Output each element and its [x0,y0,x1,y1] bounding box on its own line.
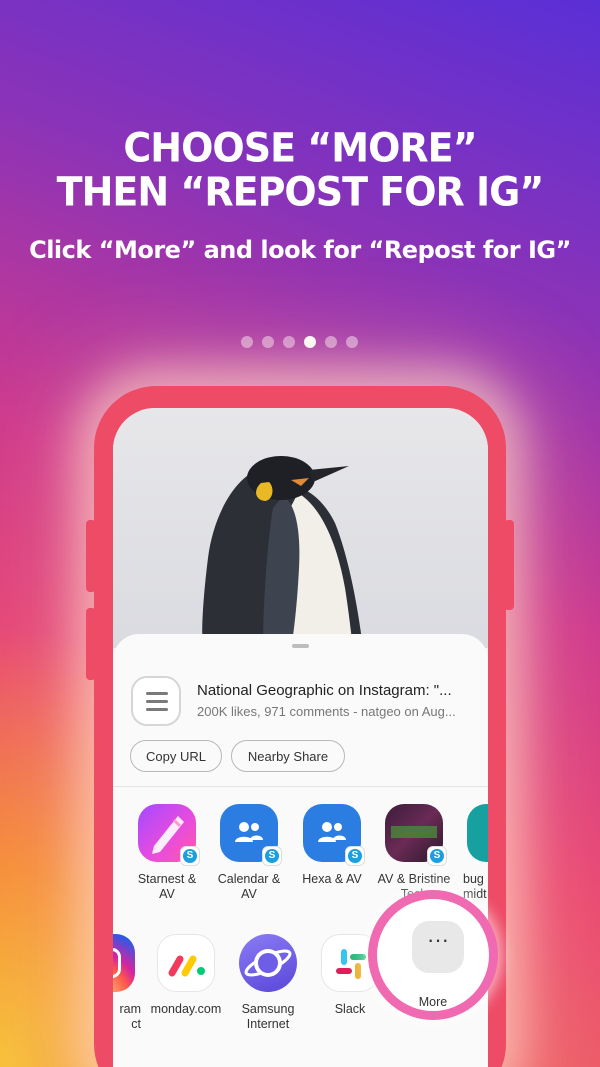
penguin-photo [113,408,488,648]
hamburger-icon [131,676,181,726]
share-subtitle: 200K likes, 971 comments - natgeo on Aug… [197,704,456,719]
phone-power-button [504,520,514,610]
sheet-drag-handle[interactable] [292,644,309,648]
app-label: Calendar & AV [217,872,281,901]
app-label: Samsung Internet [241,1002,295,1031]
share-target-bug[interactable]: bug midt [453,804,488,901]
skype-badge-icon: S [262,846,282,866]
skype-badge-icon: S [427,846,447,866]
page-dot[interactable] [283,336,295,348]
phone-side-button [86,520,96,592]
people-icon [235,822,263,842]
app-label: bug midt [463,872,487,901]
penguin-illustration [202,456,363,648]
planet-icon [244,949,292,977]
skype-badge-icon: S [180,846,200,866]
share-target-hexa-av[interactable]: S Hexa & AV [289,804,375,887]
share-target-monday[interactable]: monday.com [143,934,229,1017]
contact-photo-icon: S [385,804,447,866]
subheadline: Click “More” and look for “Repost for IG… [29,236,571,264]
samsung-internet-icon [239,934,297,992]
pagination-dots [241,336,358,348]
monday-logo [168,955,205,977]
contact-photo-icon [467,804,488,862]
app-label: Hexa & AV [302,872,362,886]
page-dot-active[interactable] [304,336,316,348]
instagram-icon [113,934,135,992]
share-target-av-bristine[interactable]: S AV & Bristine Tech [371,804,457,901]
app-label: monday.com [150,1002,222,1016]
more-highlight[interactable]: ··· More [368,890,498,1020]
page-dot[interactable] [241,336,253,348]
more-label: More [418,995,448,1009]
share-target-samsung-internet[interactable]: Samsung Internet [225,934,311,1031]
page-dot[interactable] [325,336,337,348]
share-target-starnest[interactable]: S Starnest & AV [124,804,210,901]
skype-contact-icon: S [303,804,365,866]
share-target-calendar-av[interactable]: S Calendar & AV [206,804,292,901]
app-label: Starnest & AV [137,872,197,901]
headline-line-2: THEN “REPOST FOR IG” [56,168,545,216]
skype-contact-icon: S [220,804,282,866]
skype-badge-icon: S [345,846,365,866]
share-title: National Geographic on Instagram: "... [197,682,452,699]
headline-line-1: CHOOSE “MORE” [123,124,477,172]
divider [113,786,488,787]
page-dot[interactable] [346,336,358,348]
copy-url-button[interactable]: Copy URL [130,740,222,772]
monday-icon [157,934,215,992]
people-icon [318,822,346,842]
headline: CHOOSE “MORE” THEN “REPOST FOR IG” [0,126,600,214]
starnest-app-icon: S [138,804,200,866]
page-dot[interactable] [262,336,274,348]
more-dots-icon[interactable]: ··· [412,921,464,973]
phone-side-button [86,608,96,680]
nearby-share-button[interactable]: Nearby Share [231,740,345,772]
